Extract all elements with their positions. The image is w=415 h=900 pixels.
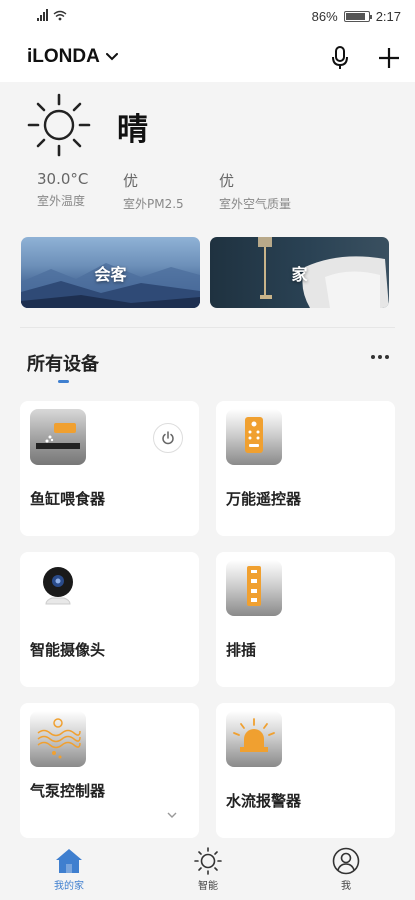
camera-icon (30, 560, 86, 616)
device-card-remote[interactable]: 万能遥控器 (216, 401, 395, 536)
more-dots-icon (371, 355, 375, 359)
feeder-icon (30, 409, 86, 465)
nav-tab-smart[interactable]: 智能 (168, 847, 248, 892)
microphone-button[interactable] (326, 44, 354, 72)
battery-percent: 86% (311, 9, 338, 24)
outdoor-air-quality: 优 室外空气质量 (219, 170, 291, 212)
weather-panel: 晴 30.0°C 室外温度 优 室外PM2.5 优 室外空气质量 (0, 82, 415, 222)
pm25-value: 优 (123, 172, 139, 190)
device-card-power-strip[interactable]: 排插 (216, 552, 395, 687)
device-name: 鱼缸喂食器 (30, 490, 106, 508)
alarm-icon (226, 711, 282, 767)
battery-icon (343, 11, 372, 22)
nav-label: 智能 (198, 881, 218, 892)
device-name: 气泵控制器 (30, 782, 106, 800)
home-icon (56, 849, 82, 873)
scene-name: 家 (291, 264, 308, 284)
nav-tab-my-home[interactable]: 我的家 (29, 847, 109, 892)
device-card-camera[interactable]: 智能摄像头 (20, 552, 199, 687)
power-button[interactable] (153, 423, 183, 453)
temperature-label: 室外温度 (37, 194, 86, 208)
outdoor-temperature: 30.0°C 室外温度 (37, 170, 88, 209)
scene-card-reception[interactable]: 会客 (21, 237, 200, 308)
remote-icon (226, 409, 282, 465)
profile-icon (332, 847, 360, 875)
wifi-icon (53, 10, 67, 21)
nav-label: 我的家 (54, 881, 84, 892)
home-name: iLONDA (27, 46, 100, 67)
chevron-down-icon (167, 812, 177, 818)
microphone-icon (332, 46, 348, 69)
nav-tab-me[interactable]: 我 (306, 847, 386, 892)
section-indicator (58, 380, 69, 383)
scene-card-home[interactable]: 家 (210, 237, 389, 308)
device-card-feeder[interactable]: 鱼缸喂食器 (20, 401, 199, 536)
status-right: 86% 2:17 (312, 9, 401, 24)
divider (20, 327, 395, 328)
sun-icon (194, 847, 222, 875)
power-icon (162, 431, 174, 445)
temperature-value: 30.0°C (37, 170, 89, 188)
section-title: 所有设备 (27, 354, 99, 375)
app-header: iLONDA (0, 34, 415, 82)
status-left (37, 9, 67, 21)
home-selector[interactable]: iLONDA (27, 46, 118, 68)
bottom-navigation: 我的家 智能 我 (0, 843, 415, 900)
air-quality-value: 优 (219, 172, 235, 190)
power-strip-icon (226, 560, 282, 616)
air-pump-icon (30, 711, 86, 767)
add-button[interactable] (375, 44, 403, 72)
sunny-icon (27, 93, 91, 157)
scene-name: 会客 (94, 264, 127, 284)
status-bar: 86% 2:17 (0, 0, 415, 34)
outdoor-pm25: 优 室外PM2.5 (123, 170, 184, 212)
device-name: 水流报警器 (226, 792, 302, 810)
weather-condition: 晴 (117, 112, 148, 148)
expand-button[interactable] (167, 803, 177, 822)
signal-icon (37, 9, 48, 21)
plus-icon (379, 48, 399, 68)
device-name: 排插 (226, 641, 257, 659)
air-quality-label: 室外空气质量 (219, 197, 292, 211)
more-options-button[interactable] (371, 355, 389, 359)
device-card-water-alarm[interactable]: 水流报警器 (216, 703, 395, 838)
nav-label: 我 (341, 881, 351, 892)
device-name: 万能遥控器 (226, 490, 302, 508)
device-card-air-pump[interactable]: 气泵控制器 (20, 703, 199, 838)
clock: 2:17 (375, 9, 401, 24)
device-name: 智能摄像头 (30, 641, 106, 659)
pm25-label: 室外PM2.5 (123, 197, 184, 211)
chevron-down-icon (105, 53, 118, 61)
